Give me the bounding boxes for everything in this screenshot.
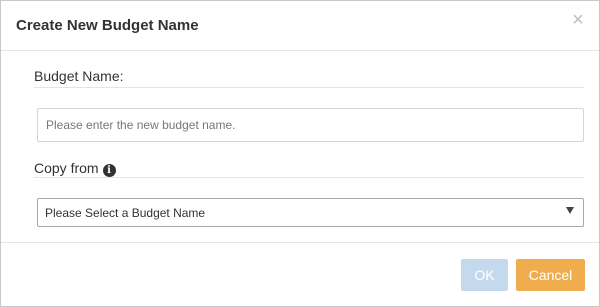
copy-from-selected-value: Please Select a Budget Name xyxy=(45,206,206,220)
budget-name-input[interactable] xyxy=(37,108,584,142)
dialog-title: Create New Budget Name xyxy=(16,17,199,34)
chevron-down-icon xyxy=(566,207,574,214)
copy-from-label: Copy from xyxy=(34,160,99,176)
ok-button[interactable]: OK xyxy=(461,259,508,291)
copy-from-divider xyxy=(34,177,584,178)
create-budget-dialog: Create New Budget Name × Budget Name: Co… xyxy=(0,0,600,307)
cancel-button[interactable]: Cancel xyxy=(516,259,585,291)
budget-name-divider xyxy=(34,87,584,88)
dialog-header: Create New Budget Name × xyxy=(1,1,599,51)
copy-from-label-group: Copy from i xyxy=(34,160,116,177)
close-icon[interactable]: × xyxy=(569,10,587,30)
info-icon[interactable]: i xyxy=(102,164,116,177)
budget-name-label: Budget Name: xyxy=(34,68,124,84)
copy-from-select[interactable]: Please Select a Budget Name xyxy=(37,198,584,227)
dialog-footer: OK Cancel xyxy=(1,242,599,306)
